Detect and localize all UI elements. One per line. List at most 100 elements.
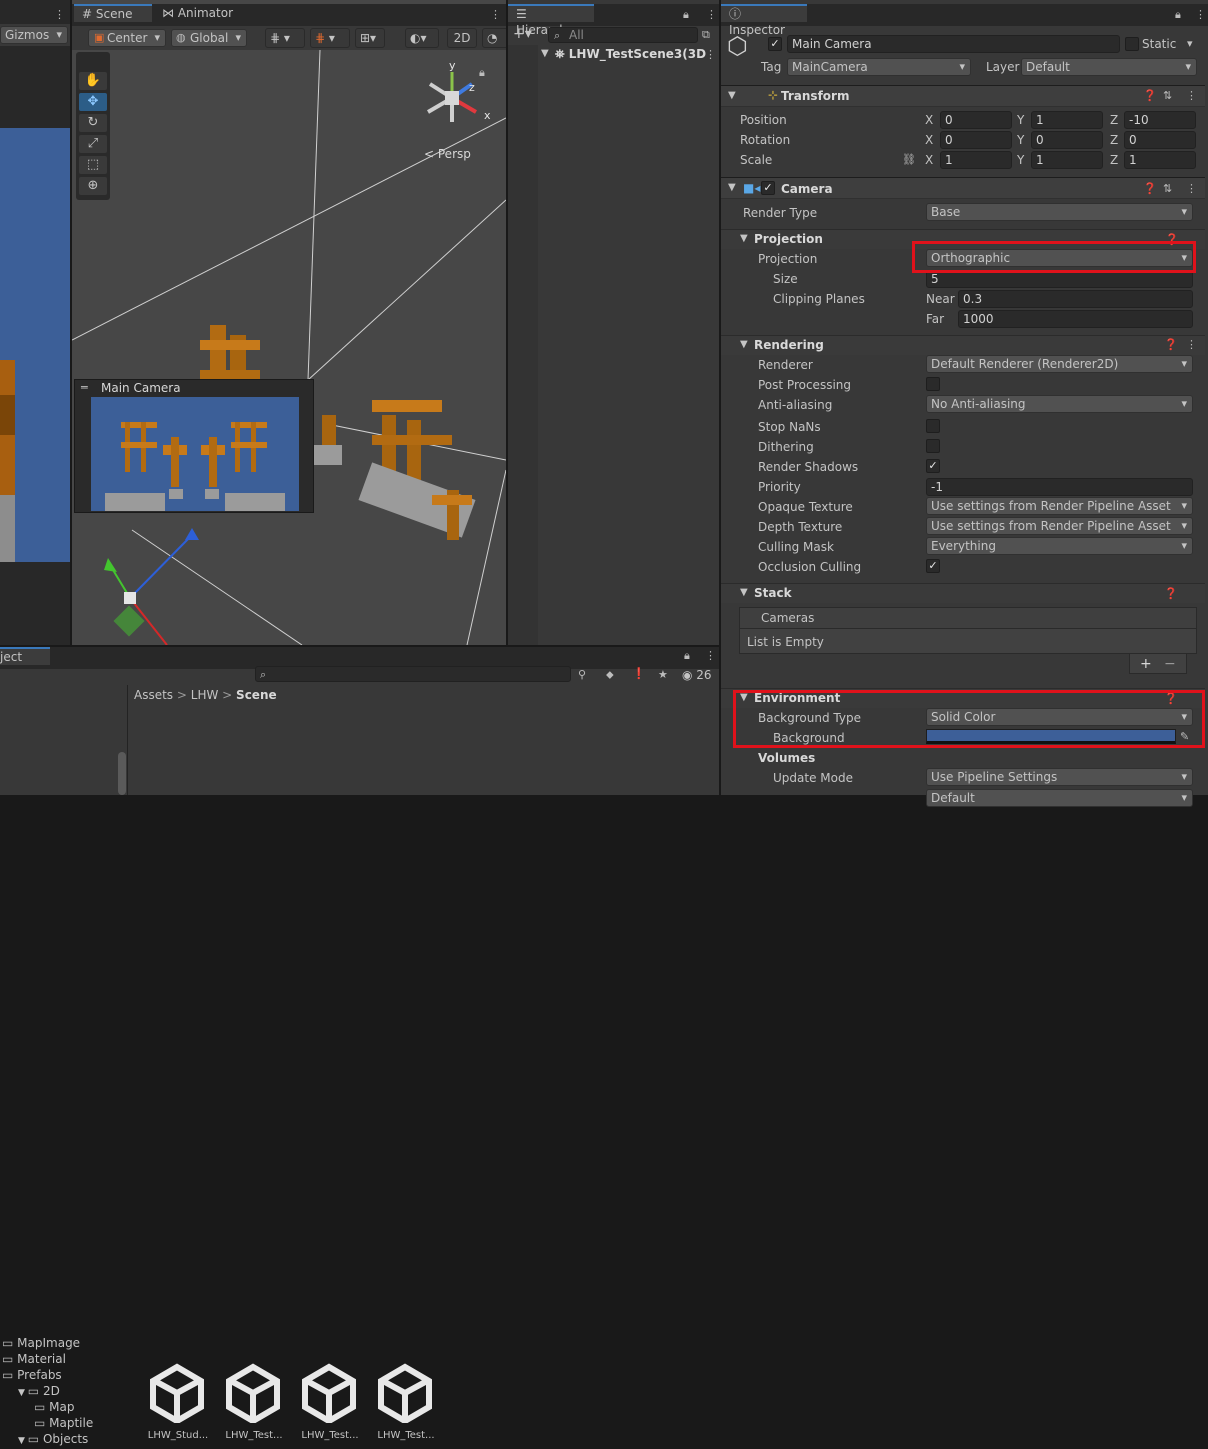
camera-presets-icon[interactable]: ⇅: [1163, 182, 1172, 195]
move-tool-icon[interactable]: ✥: [79, 93, 107, 111]
tab-project[interactable]: ject: [0, 647, 50, 665]
object-name-input[interactable]: Main Camera: [787, 35, 1120, 53]
camera-foldout-arrow[interactable]: ▼: [728, 180, 736, 196]
project-folder-item[interactable]: ▭ Prefabs: [2, 1367, 62, 1383]
anti-aliasing-dropdown[interactable]: No Anti-aliasing: [926, 395, 1193, 413]
persp-label[interactable]: < Persp: [424, 146, 471, 162]
axis-y-label[interactable]: Y: [1017, 152, 1024, 168]
unity-scene-asset-icon[interactable]: [225, 1363, 281, 1425]
layer-dropdown[interactable]: Default: [1021, 58, 1197, 76]
presets-icon[interactable]: ⇅: [1163, 89, 1172, 102]
tree-scrollbar[interactable]: [118, 752, 126, 795]
breadcrumb-assets[interactable]: Assets: [134, 688, 173, 702]
post-processing-checkbox[interactable]: [926, 377, 940, 391]
hierarchy-lock-icon[interactable]: 🔒︎: [683, 8, 689, 22]
volume-mask-dropdown[interactable]: Default: [926, 789, 1193, 807]
axis-y-label[interactable]: Y: [1017, 132, 1024, 148]
move-gizmo[interactable]: [104, 528, 199, 645]
asset-label[interactable]: LHW_Test...: [221, 1428, 287, 1444]
transform-z-field[interactable]: 0: [1124, 131, 1196, 149]
asset-label[interactable]: LHW_Test...: [373, 1428, 439, 1444]
culling-mask-dropdown[interactable]: Everything: [926, 537, 1193, 555]
tab-scene[interactable]: # Scene: [74, 4, 152, 22]
folder-expand-arrow[interactable]: ▼: [18, 1388, 28, 1398]
rendering-foldout-arrow[interactable]: ▼: [740, 337, 748, 353]
asset-label[interactable]: LHW_Test...: [297, 1428, 363, 1444]
grid-snap-button[interactable]: ⋕ ▾: [265, 28, 305, 48]
scene-root-item[interactable]: ⛯ LHW_TestScene3(3D: [555, 46, 706, 62]
search-options-icon[interactable]: ⧉: [702, 28, 710, 42]
active-checkbox[interactable]: ✓: [768, 37, 782, 51]
occlusion-culling-checkbox[interactable]: ✓: [926, 559, 940, 573]
priority-field[interactable]: -1: [926, 478, 1193, 496]
scene-kebab-icon-h[interactable]: ⋮: [705, 48, 716, 61]
folder-expand-arrow[interactable]: ▼: [18, 1436, 28, 1446]
tab-hierarchy[interactable]: ☰ Hierarchy: [508, 4, 594, 37]
transform-z-field[interactable]: -10: [1124, 111, 1196, 129]
update-mode-dropdown[interactable]: Use Pipeline Settings: [926, 768, 1193, 786]
transform-y-field[interactable]: 1: [1031, 111, 1103, 129]
left-kebab-icon[interactable]: ⋮: [54, 8, 65, 21]
rendering-kebab-icon[interactable]: ⋮: [1186, 338, 1197, 351]
render-shadows-checkbox[interactable]: ✓: [926, 459, 940, 473]
project-folder-item[interactable]: ▭ MapImage: [2, 1335, 80, 1351]
transform-foldout-arrow[interactable]: ▼: [728, 88, 736, 104]
transform-x-field[interactable]: 0: [940, 111, 1012, 129]
transform-x-field[interactable]: 1: [940, 151, 1012, 169]
project-lock-icon[interactable]: 🔒︎: [684, 649, 690, 663]
list-remove-button[interactable]: −: [1164, 656, 1176, 672]
scene-expand-arrow[interactable]: ▼: [541, 46, 549, 62]
projection-foldout-arrow[interactable]: ▼: [740, 231, 748, 247]
axis-x-label[interactable]: X: [925, 112, 933, 128]
axis-y-label[interactable]: Y: [1017, 112, 1024, 128]
axis-z-label[interactable]: Z: [1110, 112, 1118, 128]
near-field[interactable]: 0.3: [958, 290, 1193, 308]
unity-scene-asset-icon[interactable]: [377, 1363, 433, 1425]
hand-tool-icon[interactable]: ✋: [79, 72, 107, 90]
unity-scene-asset-icon[interactable]: [301, 1363, 357, 1425]
camera-kebab-icon[interactable]: ⋮: [1186, 182, 1197, 195]
breadcrumb-scene[interactable]: Scene: [236, 688, 277, 702]
project-folder-item[interactable]: ▭ Maptile: [34, 1415, 93, 1431]
mode-2d-button[interactable]: 2D: [447, 28, 477, 48]
create-add-button[interactable]: +▾: [513, 26, 532, 42]
axis-z-label[interactable]: Z: [1110, 152, 1118, 168]
favorites-icon[interactable]: ★: [658, 668, 668, 681]
transform-z-field[interactable]: 1: [1124, 151, 1196, 169]
gizmos-dropdown[interactable]: Gizmos: [0, 26, 68, 44]
axis-z-label[interactable]: Z: [1110, 132, 1118, 148]
rect-tool-icon[interactable]: ⬚: [79, 156, 107, 174]
constrain-proportions-icon[interactable]: ⛓: [902, 153, 916, 166]
inspector-lock-icon[interactable]: 🔒︎: [1175, 8, 1181, 22]
log-filter-icon[interactable]: ❗: [632, 667, 646, 680]
lighting-button[interactable]: ◔: [482, 28, 506, 48]
scene-kebab-icon[interactable]: ⋮: [490, 8, 501, 21]
dithering-checkbox[interactable]: [926, 439, 940, 453]
transform-y-field[interactable]: 1: [1031, 151, 1103, 169]
tag-dropdown[interactable]: MainCamera: [787, 58, 971, 76]
camera-enabled-checkbox[interactable]: ✓: [761, 181, 775, 195]
project-kebab-icon[interactable]: ⋮: [705, 649, 716, 662]
project-folder-item[interactable]: ▭ Map: [34, 1399, 74, 1415]
axis-x-label[interactable]: X: [925, 132, 933, 148]
opaque-texture-dropdown[interactable]: Use settings from Render Pipeline Asset: [926, 497, 1193, 515]
render-type-dropdown[interactable]: Base: [926, 203, 1193, 221]
snap-increment-button[interactable]: ⋕ ▾: [310, 28, 350, 48]
label-filter-icon[interactable]: ⬥: [606, 668, 614, 682]
hidden-count-badge[interactable]: ◉ 26: [682, 667, 712, 683]
lock-icon[interactable]: 🔒︎: [479, 66, 485, 80]
project-folder-item[interactable]: ▼ ▭ Objects: [18, 1431, 88, 1449]
depth-texture-dropdown[interactable]: Use settings from Render Pipeline Asset: [926, 517, 1193, 535]
help-icon[interactable]: ❓: [1143, 89, 1157, 102]
stop-nans-checkbox[interactable]: [926, 419, 940, 433]
hierarchy-search-input[interactable]: All: [548, 27, 698, 43]
transform-tool-icon[interactable]: ⊕: [79, 177, 107, 195]
far-field[interactable]: 1000: [958, 310, 1193, 328]
draw-mode-button[interactable]: ◐▾: [405, 28, 439, 48]
renderer-dropdown[interactable]: Default Renderer (Renderer2D): [926, 355, 1193, 373]
stack-help-icon[interactable]: ❓: [1164, 587, 1178, 600]
search-by-type-icon[interactable]: ⚲: [578, 668, 586, 681]
static-checkbox[interactable]: [1125, 37, 1139, 51]
transform-x-field[interactable]: 0: [940, 131, 1012, 149]
align-button[interactable]: ⊞▾: [355, 28, 385, 48]
